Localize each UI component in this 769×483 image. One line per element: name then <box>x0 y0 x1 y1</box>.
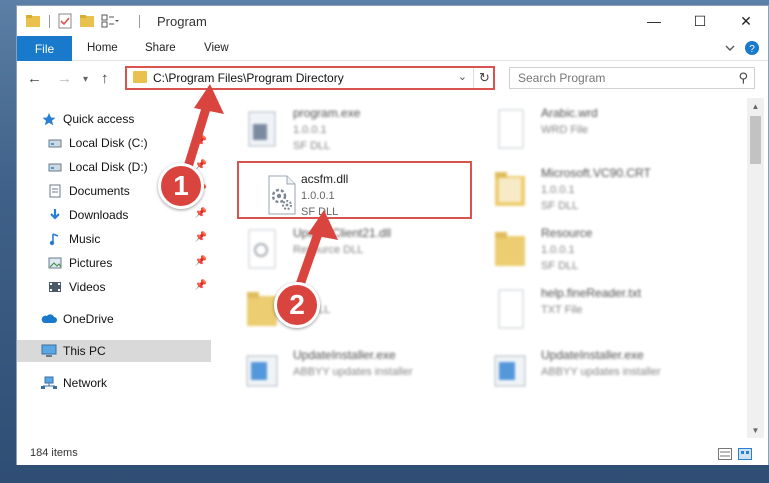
tab-home[interactable]: Home <box>87 42 118 54</box>
address-dropdown-icon[interactable]: ⌄ <box>458 70 467 83</box>
tab-view[interactable]: View <box>204 42 229 54</box>
item-count: 184 items <box>30 447 78 459</box>
sidebar-item-pictures[interactable]: Pictures 📌 <box>17 252 211 274</box>
videos-icon <box>47 280 63 294</box>
customize-toolbar-icon[interactable] <box>101 13 119 29</box>
star-icon <box>41 112 57 126</box>
file-item[interactable]: Resource 1.0.0.1 SF DLL <box>485 224 715 284</box>
close-button[interactable]: ✕ <box>723 6 769 36</box>
dll-gear-icon <box>248 229 276 269</box>
navigation-bar: ← → ▾ ↑ C:\Program Files\Program Directo… <box>17 62 768 96</box>
status-bar: 184 items <box>17 443 768 465</box>
ribbon: File Home Share View ? <box>17 36 768 61</box>
file-item[interactable]: UpdateInstaller.exe ABBYY updates instal… <box>485 346 715 406</box>
step-1-badge: 1 <box>158 163 204 209</box>
file-item[interactable]: Microsoft.VC90.CRT 1.0.0.1 SF DLL <box>485 164 715 224</box>
tab-share[interactable]: Share <box>145 42 176 54</box>
drive-icon <box>47 136 63 150</box>
folder-icon <box>133 71 147 83</box>
file-item[interactable]: UpdateInstaller.exe ABBYY updates instal… <box>237 346 467 406</box>
up-arrow-icon[interactable]: ↑ <box>101 70 109 87</box>
pin-icon[interactable]: 📌 <box>195 208 207 219</box>
installer-icon <box>494 355 526 387</box>
refresh-icon[interactable]: ↻ <box>476 68 493 88</box>
documents-icon <box>47 184 63 198</box>
blank-file-icon <box>498 289 524 329</box>
scroll-down-icon[interactable]: ▼ <box>747 422 764 438</box>
pin-icon[interactable]: 📌 <box>195 280 207 291</box>
tab-file[interactable]: File <box>17 36 72 61</box>
new-folder-icon[interactable] <box>79 13 95 29</box>
scroll-up-icon[interactable]: ▲ <box>747 98 764 114</box>
folder-icon <box>26 15 40 27</box>
properties-icon[interactable] <box>57 13 73 29</box>
file-item[interactable]: SF DLL <box>237 284 467 344</box>
computer-icon <box>41 344 57 358</box>
download-icon <box>47 208 63 222</box>
title-bar: Program — ☐ ✕ <box>17 6 768 36</box>
file-item[interactable]: help.fineReader.txt TXT File <box>485 284 715 344</box>
maximize-button[interactable]: ☐ <box>677 6 723 36</box>
details-view-icon[interactable] <box>718 448 732 460</box>
exe-icon <box>248 111 276 147</box>
expand-ribbon-icon[interactable] <box>722 40 738 56</box>
svg-text:?: ? <box>749 44 755 55</box>
network-icon <box>41 376 57 390</box>
forward-arrow-icon[interactable]: → <box>57 70 72 87</box>
scrollbar-thumb[interactable] <box>750 116 761 164</box>
pin-icon[interactable]: 📌 <box>195 232 207 243</box>
large-icons-view-icon[interactable] <box>738 448 752 460</box>
pin-icon[interactable]: 📌 <box>195 256 207 267</box>
vertical-scrollbar[interactable]: ▲ ▼ <box>747 98 764 438</box>
pictures-icon <box>47 256 63 270</box>
sidebar-item-network[interactable]: Network <box>17 372 211 394</box>
folder-icon <box>495 172 525 206</box>
search-icon[interactable]: ⚲ <box>738 70 748 86</box>
music-icon <box>47 232 63 246</box>
sidebar-item-this-pc[interactable]: This PC <box>17 340 211 362</box>
drive-icon <box>47 160 63 174</box>
minimize-button[interactable]: — <box>631 6 677 36</box>
file-item[interactable]: Arabic.wrd WRD File <box>485 104 715 164</box>
search-placeholder: Search Program <box>518 71 606 85</box>
back-arrow-icon[interactable]: ← <box>27 70 42 87</box>
help-icon[interactable]: ? <box>744 40 760 56</box>
file-item[interactable]: UpdateClient21.dll Resource DLL <box>237 224 467 284</box>
explorer-window: Program — ☐ ✕ File Home Share View ? ← →… <box>16 5 769 465</box>
sidebar-item-videos[interactable]: Videos 📌 <box>17 276 211 298</box>
installer-icon <box>246 355 278 387</box>
file-highlight-box <box>237 161 472 219</box>
blank-file-icon <box>498 109 524 149</box>
folder-icon <box>495 232 525 266</box>
sidebar-item-onedrive[interactable]: OneDrive <box>17 308 211 330</box>
file-item[interactable]: program.exe 1.0.0.1 SF DLL <box>237 104 467 164</box>
recent-chevron-icon[interactable]: ▾ <box>83 74 88 85</box>
window-title: Program <box>157 14 207 29</box>
step-2-badge: 2 <box>274 282 320 328</box>
cloud-icon <box>41 312 57 326</box>
search-input[interactable]: Search Program ⚲ <box>509 67 755 89</box>
sidebar-item-music[interactable]: Music 📌 <box>17 228 211 250</box>
